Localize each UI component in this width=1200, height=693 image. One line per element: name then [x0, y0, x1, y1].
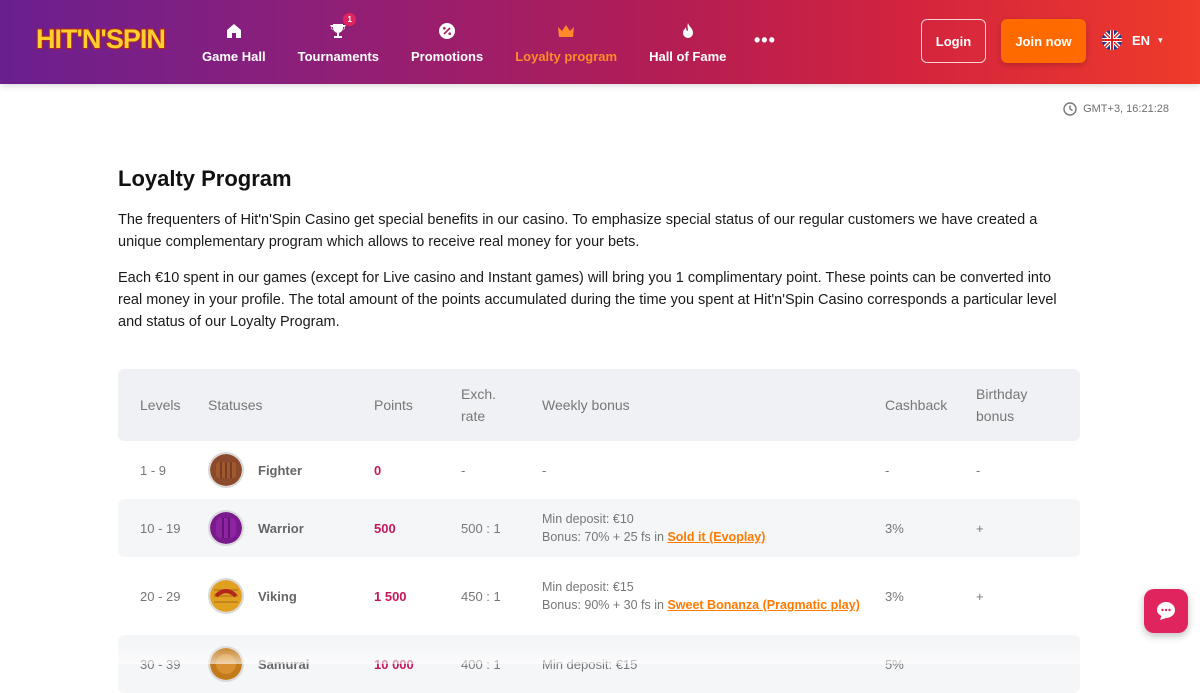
bottom-fade [0, 644, 1200, 664]
clock-text: GMT+3, 16:21:28 [1083, 103, 1169, 115]
exchange-rate: 500 : 1 [461, 520, 501, 536]
points-value: 0 [374, 462, 382, 478]
percent-badge-icon [437, 21, 457, 41]
exchange-rate: - [461, 462, 466, 478]
home-icon [224, 21, 244, 41]
chat-button[interactable] [1144, 589, 1188, 633]
weekly-bonus: - [542, 462, 547, 478]
points-paragraph: Each €10 spent in our games (except for … [118, 270, 1057, 330]
login-button[interactable]: Login [921, 19, 986, 63]
join-now-button[interactable]: Join now [1001, 19, 1086, 63]
nav-item-game-hall[interactable]: Game Hall [186, 0, 282, 84]
cashback-value: - [885, 462, 890, 478]
weekly-min-deposit: Min deposit: €10 [542, 512, 634, 526]
page-title: Loyalty Program [118, 166, 292, 191]
chat-bubble-icon [1157, 602, 1175, 620]
more-menu-icon[interactable]: ••• [754, 30, 776, 51]
birthday-bonus: - [976, 462, 981, 478]
header-text: rate [461, 408, 486, 424]
points-value: 1 500 [374, 588, 407, 604]
nav-label: Game Hall [202, 48, 266, 64]
nav-label: Hall of Fame [649, 48, 727, 64]
level-range: 1 - 9 [140, 462, 167, 478]
site-header: HIT'N'SPIN Game Hall 1 Tournaments Promo… [0, 0, 1200, 84]
birthday-bonus: + [976, 520, 984, 536]
weekly-bonus: Min deposit: €15 Bonus: 90% + 30 fs in S… [542, 557, 862, 635]
level-range: 20 - 29 [140, 588, 181, 604]
header-levels: Levels [140, 397, 181, 413]
status-cell: Viking [208, 557, 297, 635]
status-cell: Fighter [208, 441, 302, 499]
crown-icon [556, 21, 576, 41]
status-name: Fighter [258, 462, 303, 478]
header-cashback: Cashback [885, 397, 948, 413]
game-link-sweet-bonanza[interactable]: Sweet Bonanza (Pragmatic play) [667, 598, 859, 612]
table-header: Levels Statuses Points Exch. rate Weekly… [118, 369, 1080, 441]
exchange-rate: 450 : 1 [461, 588, 501, 604]
viking-avatar-icon [208, 578, 244, 614]
clock-icon [1063, 102, 1077, 116]
table-row: 10 - 19 Warrior 500 500 : 1 Min deposit:… [118, 499, 1080, 557]
nav-item-loyalty-program[interactable]: Loyalty program [499, 0, 633, 84]
hitnspin-logo[interactable]: HIT'N'SPIN [34, 18, 178, 56]
weekly-bonus-text: Bonus: 70% + 25 fs in [542, 530, 668, 544]
server-clock: GMT+3, 16:21:28 [1063, 102, 1169, 116]
nav-item-hall-of-fame[interactable]: Hall of Fame [633, 0, 742, 84]
status-cell: Warrior [208, 499, 304, 557]
nav-item-promotions[interactable]: Promotions [395, 0, 499, 84]
level-range: 10 - 19 [140, 520, 181, 536]
trophy-icon: 1 [328, 12, 357, 41]
header-text: Exch. [461, 386, 497, 402]
fighter-avatar-icon [208, 452, 244, 488]
header-statuses: Statuses [208, 397, 263, 413]
points-value: 500 [374, 520, 396, 536]
cashback-value: 3% [885, 588, 904, 604]
game-link-sold-it[interactable]: Sold it (Evoplay) [667, 530, 765, 544]
svg-text:HIT'N'SPIN: HIT'N'SPIN [36, 24, 165, 54]
weekly-min-deposit: Min deposit: €15 [542, 580, 634, 594]
chevron-down-icon: ▾ [1158, 34, 1163, 45]
header-weekly-bonus: Weekly bonus [542, 397, 630, 413]
warrior-avatar-icon [208, 510, 244, 546]
flame-icon [678, 21, 698, 41]
weekly-bonus-text: Bonus: 90% + 30 fs in [542, 598, 668, 612]
header-text: Birthday [976, 386, 1028, 402]
language-selector[interactable]: EN ▾ [1102, 30, 1163, 50]
nav-label: Loyalty program [515, 48, 618, 64]
main-nav: Game Hall 1 Tournaments Promotions Loyal… [186, 0, 742, 84]
nav-label: Promotions [410, 48, 484, 64]
status-name: Warrior [258, 520, 304, 536]
cashback-value: 3% [885, 520, 904, 536]
table-row: 20 - 29 Viking 1 500 450 : 1 Min deposit… [118, 557, 1080, 635]
header-text: bonus [976, 408, 1015, 424]
uk-flag-icon [1102, 30, 1122, 50]
header-points: Points [374, 397, 413, 413]
nav-label: Tournaments [297, 48, 379, 64]
nav-item-tournaments[interactable]: 1 Tournaments [282, 0, 395, 84]
tournaments-badge: 1 [343, 12, 357, 26]
weekly-bonus: Min deposit: €10 Bonus: 70% + 25 fs in S… [542, 499, 765, 557]
status-name: Viking [258, 588, 297, 604]
header-birthday-bonus: Birthday bonus [976, 369, 1027, 441]
birthday-bonus: + [976, 588, 984, 604]
table-row: 1 - 9 Fighter 0 - - - - [118, 441, 1080, 499]
intro-paragraph: The frequenters of Hit'n'Spin Casino get… [118, 212, 1038, 250]
header-exchange-rate: Exch. rate [461, 369, 496, 441]
language-code: EN [1132, 32, 1151, 48]
